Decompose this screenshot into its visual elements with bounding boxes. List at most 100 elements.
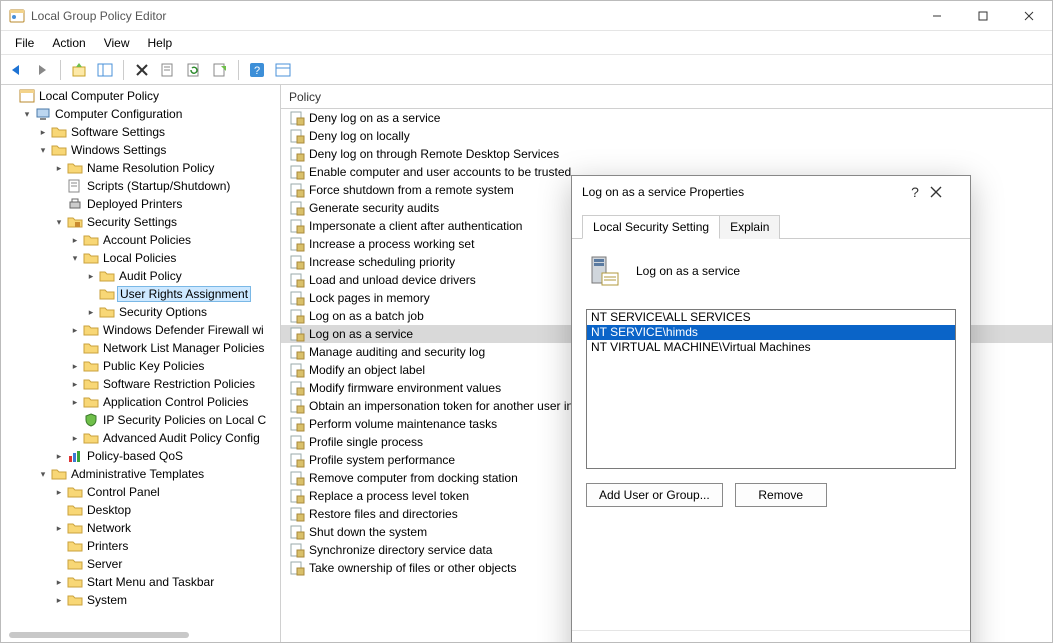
tree-windows-settings[interactable]: ▾Windows Settings [37,141,280,159]
tree-start-menu[interactable]: ▸Start Menu and Taskbar [53,573,280,591]
tree-security-settings[interactable]: ▾Security Settings [53,213,280,231]
tree-user-rights-assignment[interactable]: User Rights Assignment [85,285,280,303]
chevron-right-icon[interactable]: ▸ [69,361,81,372]
chevron-right-icon[interactable]: ▸ [69,235,81,246]
menu-file[interactable]: File [7,34,42,52]
tree-control-panel[interactable]: ▸Control Panel [53,483,280,501]
tree-application-control[interactable]: ▸Application Control Policies [69,393,280,411]
tree-public-key[interactable]: ▸Public Key Policies [69,357,280,375]
up-button[interactable] [68,59,90,81]
policy-item[interactable]: Deny log on through Remote Desktop Servi… [281,145,1052,163]
chevron-right-icon[interactable]: ▸ [53,451,65,462]
listbox-option[interactable]: NT VIRTUAL MACHINE\Virtual Machines [587,340,955,355]
add-user-button[interactable]: Add User or Group... [586,483,723,507]
menubar: File Action View Help [1,31,1052,55]
tree-audit-policy[interactable]: ▸Audit Policy [85,267,280,285]
remove-button[interactable]: Remove [735,483,827,507]
tab-explain[interactable]: Explain [719,215,780,239]
properties-button[interactable] [157,59,179,81]
tree-deployed-printers[interactable]: Deployed Printers [53,195,280,213]
policy-item-icon [289,182,305,198]
chevron-right-icon[interactable]: ▸ [37,127,49,138]
tree-security-options[interactable]: ▸Security Options [85,303,280,321]
policy-item-icon [289,110,305,126]
chevron-down-icon[interactable]: ▾ [69,253,81,264]
policy-item[interactable]: Deny log on as a service [281,109,1052,127]
tree-computer-configuration[interactable]: ▾ Computer Configuration [21,105,280,123]
script-icon [67,178,83,194]
cancel-button[interactable]: Cancel [764,642,856,643]
menu-action[interactable]: Action [44,34,93,52]
close-button[interactable] [1006,1,1052,30]
export-button[interactable] [209,59,231,81]
policy-name-label: Log on as a service [636,264,740,278]
tab-local-security-setting[interactable]: Local Security Setting [582,215,720,239]
chevron-right-icon[interactable]: ▸ [69,397,81,408]
listbox-option[interactable]: NT SERVICE\himds [587,325,955,340]
help-icon[interactable]: ? [900,184,930,200]
tree-admin-templates[interactable]: ▾Administrative Templates [37,465,280,483]
tree-policy-qos[interactable]: ▸Policy-based QoS [53,447,280,465]
policy-item-label: Take ownership of files or other objects [309,561,516,575]
apply-button[interactable]: Apply [864,642,956,643]
chevron-right-icon[interactable]: ▸ [53,487,65,498]
policy-item-icon [289,488,305,504]
chevron-down-icon[interactable]: ▾ [53,217,65,228]
tree-desktop[interactable]: Desktop [53,501,280,519]
tree-system[interactable]: ▸System [53,591,280,609]
chevron-down-icon[interactable]: ▾ [37,145,49,156]
tree-scripts[interactable]: Scripts (Startup/Shutdown) [53,177,280,195]
tree-pane[interactable]: Local Computer Policy ▾ Computer Configu… [1,85,281,642]
folder-icon [51,124,67,140]
help-button[interactable]: ? [246,59,268,81]
chevron-down-icon[interactable]: ▾ [21,109,33,120]
ok-button[interactable]: OK [664,642,756,643]
users-listbox[interactable]: NT SERVICE\ALL SERVICESNT SERVICE\himdsN… [586,309,956,469]
titlebar: Local Group Policy Editor [1,1,1052,31]
chevron-right-icon[interactable]: ▸ [85,271,97,282]
tree-server[interactable]: Server [53,555,280,573]
folder-icon [67,574,83,590]
chevron-right-icon[interactable]: ▸ [53,163,65,174]
forward-button[interactable] [31,59,53,81]
chevron-right-icon[interactable]: ▸ [69,379,81,390]
chevron-right-icon[interactable]: ▸ [53,595,65,606]
policy-item[interactable]: Deny log on locally [281,127,1052,145]
menu-view[interactable]: View [96,34,138,52]
chevron-right-icon[interactable]: ▸ [69,433,81,444]
menu-help[interactable]: Help [140,34,181,52]
policy-item-label: Manage auditing and security log [309,345,485,359]
tree-ip-security[interactable]: IP Security Policies on Local C [69,411,280,429]
column-header-policy[interactable]: Policy [281,85,1052,109]
tree-network-list[interactable]: Network List Manager Policies [69,339,280,357]
chevron-right-icon[interactable]: ▸ [53,577,65,588]
policy-item-icon [289,236,305,252]
tree-advanced-audit[interactable]: ▸Advanced Audit Policy Config [69,429,280,447]
filter-button[interactable] [272,59,294,81]
tree-software-settings[interactable]: ▸Software Settings [37,123,280,141]
tree-root[interactable]: Local Computer Policy [5,87,280,105]
refresh-button[interactable] [183,59,205,81]
show-hide-tree-button[interactable] [94,59,116,81]
close-icon[interactable] [930,186,960,198]
listbox-option[interactable]: NT SERVICE\ALL SERVICES [587,310,955,325]
tree-account-policies[interactable]: ▸Account Policies [69,231,280,249]
chevron-right-icon[interactable]: ▸ [85,307,97,318]
chevron-right-icon[interactable]: ▸ [53,523,65,534]
tree-network[interactable]: ▸Network [53,519,280,537]
folder-icon [51,466,67,482]
tree-software-restriction[interactable]: ▸Software Restriction Policies [69,375,280,393]
chevron-right-icon[interactable]: ▸ [69,325,81,336]
tree-firewall[interactable]: ▸Windows Defender Firewall wi [69,321,280,339]
delete-button[interactable] [131,59,153,81]
tree-printers[interactable]: Printers [53,537,280,555]
maximize-button[interactable] [960,1,1006,30]
policy-item-label: Generate security audits [309,201,439,215]
back-button[interactable] [5,59,27,81]
tree-name-resolution[interactable]: ▸Name Resolution Policy [53,159,280,177]
tree-local-policies[interactable]: ▾Local Policies [69,249,280,267]
horizontal-scrollbar[interactable] [9,632,189,638]
chevron-down-icon[interactable]: ▾ [37,469,49,480]
policy-item-label: Enable computer and user accounts to be … [309,165,571,179]
minimize-button[interactable] [914,1,960,30]
